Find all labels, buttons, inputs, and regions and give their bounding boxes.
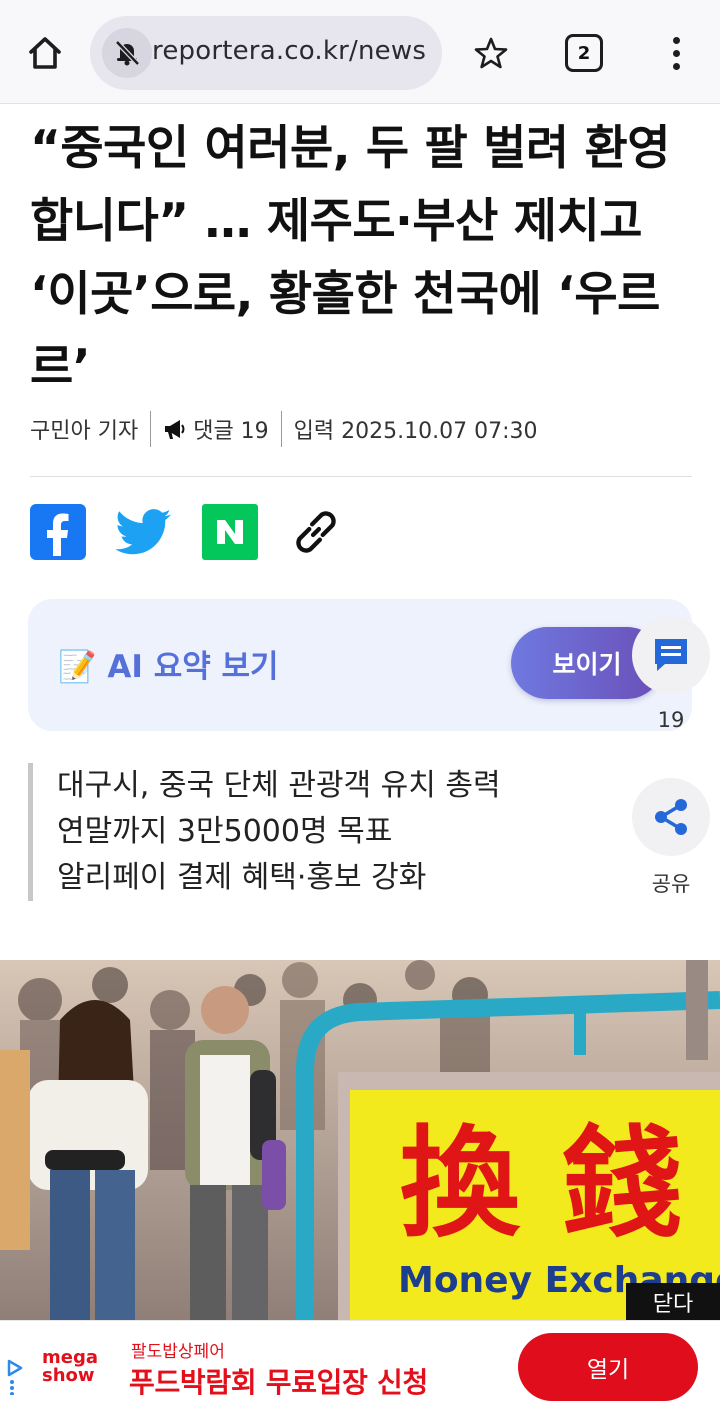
meta-divider bbox=[150, 411, 152, 447]
tab-count: 2 bbox=[577, 42, 591, 64]
article-headline: “중국인 여러분, 두 팔 벌려 환영합니다” … 제주도·부산 제치고 ‘이곳… bbox=[30, 121, 670, 395]
url-text[interactable]: reportera.co.kr/news bbox=[152, 36, 426, 66]
logo-text-bottom: show bbox=[42, 1365, 95, 1386]
browser-toolbar: reportera.co.kr/news 2 bbox=[0, 0, 720, 104]
meta-divider bbox=[280, 411, 282, 447]
floating-share-button[interactable] bbox=[632, 778, 710, 856]
article-summary: 대구시, 중국 단체 관광객 유치 총력 연말까지 3만5000명 목표 알리페… bbox=[28, 763, 608, 901]
ai-summary-box: 📝 AI 요약 보기 보이기 bbox=[28, 599, 692, 731]
megaphone-icon bbox=[165, 420, 185, 439]
link-copy-icon[interactable] bbox=[288, 504, 344, 560]
comment-link[interactable]: 댓글 19 bbox=[163, 413, 269, 445]
article-meta: 구민아 기자 댓글 19 입력 2025.10.07 07:30 bbox=[30, 410, 538, 448]
sign-chars: 換 錢 bbox=[400, 1113, 682, 1254]
sns-share-row bbox=[30, 502, 344, 562]
naver-icon[interactable] bbox=[202, 504, 258, 560]
tab-switcher-button[interactable]: 2 bbox=[565, 34, 603, 72]
more-menu-icon[interactable] bbox=[658, 30, 694, 76]
ad-brand: 팔도밥상페어 bbox=[131, 1342, 225, 1362]
summary-line: 대구시, 중국 단체 관광객 유치 총력 bbox=[57, 768, 501, 803]
floating-comment-count: 19 bbox=[657, 708, 685, 732]
ai-summary-label: 📝 AI 요약 보기 bbox=[58, 649, 279, 685]
author-name[interactable]: 구민아 기자 bbox=[30, 413, 138, 445]
home-icon[interactable] bbox=[22, 30, 68, 76]
ad-banner[interactable]: mega show 팔도밥상페어 푸드박람회 무료입장 신청 열기 bbox=[0, 1320, 720, 1413]
share-icon bbox=[655, 799, 687, 835]
floating-share-label: 공유 bbox=[651, 872, 691, 896]
comment-icon bbox=[655, 639, 687, 671]
summary-line: 연말까지 3만5000명 목표 bbox=[57, 814, 393, 849]
summary-line: 알리페이 결제 혜택·홍보 강화 bbox=[57, 860, 427, 895]
facebook-icon[interactable] bbox=[30, 504, 86, 560]
comment-count-label[interactable]: 댓글 19 bbox=[193, 413, 268, 445]
twitter-icon[interactable] bbox=[116, 504, 172, 560]
published-date: 입력 2025.10.07 07:30 bbox=[293, 419, 538, 444]
ad-headline[interactable]: 푸드박람회 무료입장 신청 bbox=[129, 1361, 428, 1401]
notifications-off-icon[interactable] bbox=[102, 28, 152, 78]
ad-choices-icon[interactable] bbox=[6, 1355, 26, 1395]
address-bar[interactable]: reportera.co.kr/news bbox=[90, 16, 442, 90]
megashow-logo: mega show bbox=[42, 1347, 98, 1386]
floating-comment-button[interactable] bbox=[632, 616, 710, 694]
close-ad-button[interactable]: 닫다 bbox=[626, 1283, 720, 1320]
meta-divider-line bbox=[30, 476, 692, 477]
article-photo[interactable]: 換 錢 Money Exchange bbox=[0, 960, 720, 1320]
bookmark-star-icon[interactable] bbox=[468, 30, 514, 76]
ad-open-button[interactable]: 열기 bbox=[518, 1333, 698, 1401]
